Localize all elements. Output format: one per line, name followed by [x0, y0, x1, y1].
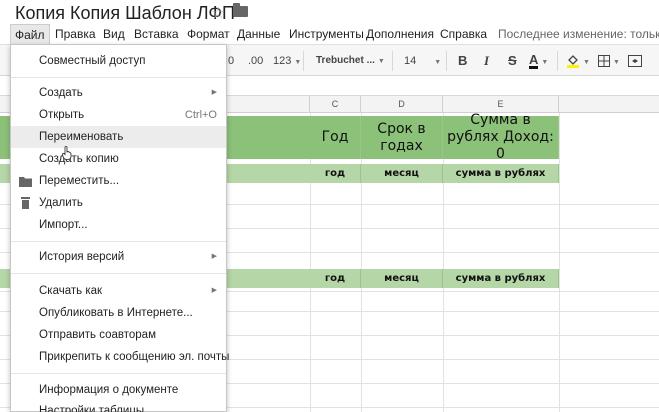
cell-d-header[interactable]: Срок в годах — [361, 116, 443, 159]
column-header-c[interactable]: C — [310, 96, 361, 113]
grid-line — [559, 113, 560, 412]
toolbar-divider — [303, 51, 304, 71]
menu-item-label: Создать копию — [39, 153, 119, 165]
menu-addons[interactable]: Дополнения — [362, 24, 438, 44]
menu-item-label: Открыть — [39, 109, 85, 121]
text-color-button[interactable]: A ▼ — [529, 53, 548, 69]
chevron-down-icon: ▼ — [294, 59, 302, 66]
menu-item-label: Переименовать — [39, 131, 124, 143]
menu-item-share[interactable]: Совместный доступ — [11, 50, 226, 72]
menu-item-label: Переместить... — [39, 175, 120, 187]
cell-e-subheader[interactable]: сумма в рублях — [443, 164, 559, 183]
menu-item-email-collaborators[interactable]: Отправить соавторам — [11, 324, 226, 346]
submenu-arrow-icon: ▶ — [211, 89, 217, 96]
column-header[interactable] — [559, 96, 659, 113]
chevron-down-icon: ▼ — [613, 59, 620, 66]
cell-c-subheader[interactable]: год — [310, 164, 361, 183]
menu-item-shortcut: Ctrl+O — [184, 109, 217, 121]
menu-item-version-history[interactable]: История версий ▶ — [11, 246, 226, 268]
merge-cells-icon — [628, 55, 642, 68]
merge-cells-button[interactable] — [628, 53, 642, 69]
menu-item-import[interactable]: Импорт... — [11, 214, 226, 236]
cell-c-subheader[interactable]: год — [310, 269, 361, 288]
column-header-d[interactable]: D — [361, 96, 443, 113]
folder-icon — [19, 177, 32, 187]
menu-item-label: Импорт... — [39, 219, 88, 231]
toolbar-divider — [446, 51, 447, 71]
chevron-down-icon: ▼ — [434, 59, 442, 66]
increase-decimal-button[interactable]: .00 — [248, 53, 263, 69]
file-menu-dropdown: Совместный доступ Создать ▶ Открыть Ctrl… — [10, 44, 230, 412]
menu-item-label: Опубликовать в Интернете... — [39, 307, 193, 319]
title-bar: Копия Копия Шаблон ЛФП ☆ — [0, 0, 659, 24]
chevron-down-icon: ▼ — [377, 58, 385, 65]
menu-item-move[interactable]: Переместить... — [11, 170, 226, 192]
menu-item-label: Создать — [39, 87, 83, 99]
menu-item-publish-web[interactable]: Опубликовать в Интернете... — [11, 302, 226, 324]
chevron-down-icon: ▼ — [541, 59, 549, 66]
font-family-value: Trebuchet ... — [316, 55, 375, 66]
menu-item-download-as[interactable]: Скачать как ▶ — [11, 280, 226, 302]
menu-item-label: История версий — [39, 251, 125, 263]
document-title[interactable]: Копия Копия Шаблон ЛФП — [15, 3, 235, 24]
trash-icon — [21, 197, 30, 209]
cell-e-subheader[interactable]: сумма в рублях — [443, 269, 559, 288]
borders-icon — [598, 55, 610, 68]
cell-c-header[interactable]: Год — [310, 116, 361, 159]
menu-bar: Файл Правка Вид Вставка Формат Данные Ин… — [0, 24, 659, 44]
menu-data[interactable]: Данные — [233, 24, 284, 44]
last-change-status[interactable]: Последнее изменение: только что — [498, 24, 659, 44]
menu-item-label: Отправить соавторам — [39, 329, 156, 341]
menu-divider — [11, 241, 226, 242]
cell-d-subheader[interactable]: месяц — [361, 269, 443, 288]
hand-cursor-icon — [62, 146, 72, 160]
menu-edit[interactable]: Правка — [51, 24, 100, 44]
font-family-select[interactable]: Trebuchet ... ▼ — [316, 53, 385, 69]
toolbar-divider — [392, 51, 393, 71]
menu-item-rename[interactable]: Переименовать — [11, 126, 226, 148]
menu-view[interactable]: Вид — [99, 24, 129, 44]
more-formats-label: 123 — [273, 55, 292, 67]
submenu-arrow-icon: ▶ — [211, 253, 217, 260]
strikethrough-button[interactable]: S — [508, 53, 517, 69]
menu-item-delete[interactable]: Удалить — [11, 192, 226, 214]
menu-item-label: Настройки таблицы — [39, 405, 145, 412]
text-color-label: A — [529, 52, 539, 69]
menu-tools[interactable]: Инструменты — [285, 24, 368, 44]
menu-item-label: Совместный доступ — [39, 55, 146, 67]
star-icon[interactable]: ☆ — [211, 3, 225, 23]
bold-button[interactable]: B — [458, 53, 467, 69]
menu-format[interactable]: Формат — [183, 24, 234, 44]
menu-item-label: Скачать как — [39, 285, 103, 297]
menu-item-document-details[interactable]: Информация о документе — [11, 379, 226, 401]
submenu-arrow-icon: ▶ — [211, 287, 217, 294]
paint-bucket-icon — [567, 55, 579, 69]
cell-d-subheader[interactable]: месяц — [361, 164, 443, 183]
more-formats-button[interactable]: 123 ▼ — [273, 53, 301, 69]
menu-item-label: Информация о документе — [39, 384, 179, 396]
menu-item-label: Удалить — [39, 197, 83, 209]
menu-insert[interactable]: Вставка — [130, 24, 183, 44]
menu-item-open[interactable]: Открыть Ctrl+O — [11, 104, 226, 126]
menu-file[interactable]: Файл — [10, 24, 50, 44]
borders-button[interactable]: ▼ — [598, 53, 620, 69]
menu-item-make-copy[interactable]: Создать копию — [11, 148, 226, 170]
toolbar-divider — [557, 51, 558, 71]
fill-color-button[interactable]: ▼ — [566, 53, 590, 69]
menu-divider — [11, 273, 226, 274]
folder-icon[interactable] — [233, 3, 248, 17]
menu-help[interactable]: Справка — [436, 24, 491, 44]
menu-item-new[interactable]: Создать ▶ — [11, 82, 226, 104]
menu-item-label: Прикрепить к сообщению эл. почты — [39, 351, 230, 363]
chevron-down-icon: ▼ — [583, 59, 590, 66]
menu-item-spreadsheet-settings[interactable]: Настройки таблицы — [11, 400, 226, 412]
menu-divider — [11, 373, 226, 374]
column-header-e[interactable]: E — [443, 96, 559, 113]
italic-button[interactable]: I — [484, 53, 489, 69]
font-size-select[interactable]: 14 ▼ — [404, 53, 441, 69]
cell-e-header[interactable]: Сумма в рублях Доход: 0 — [443, 112, 559, 162]
font-size-value: 14 — [404, 55, 417, 67]
menu-divider — [11, 77, 226, 78]
menu-item-email-attachment[interactable]: Прикрепить к сообщению эл. почты — [11, 346, 230, 368]
